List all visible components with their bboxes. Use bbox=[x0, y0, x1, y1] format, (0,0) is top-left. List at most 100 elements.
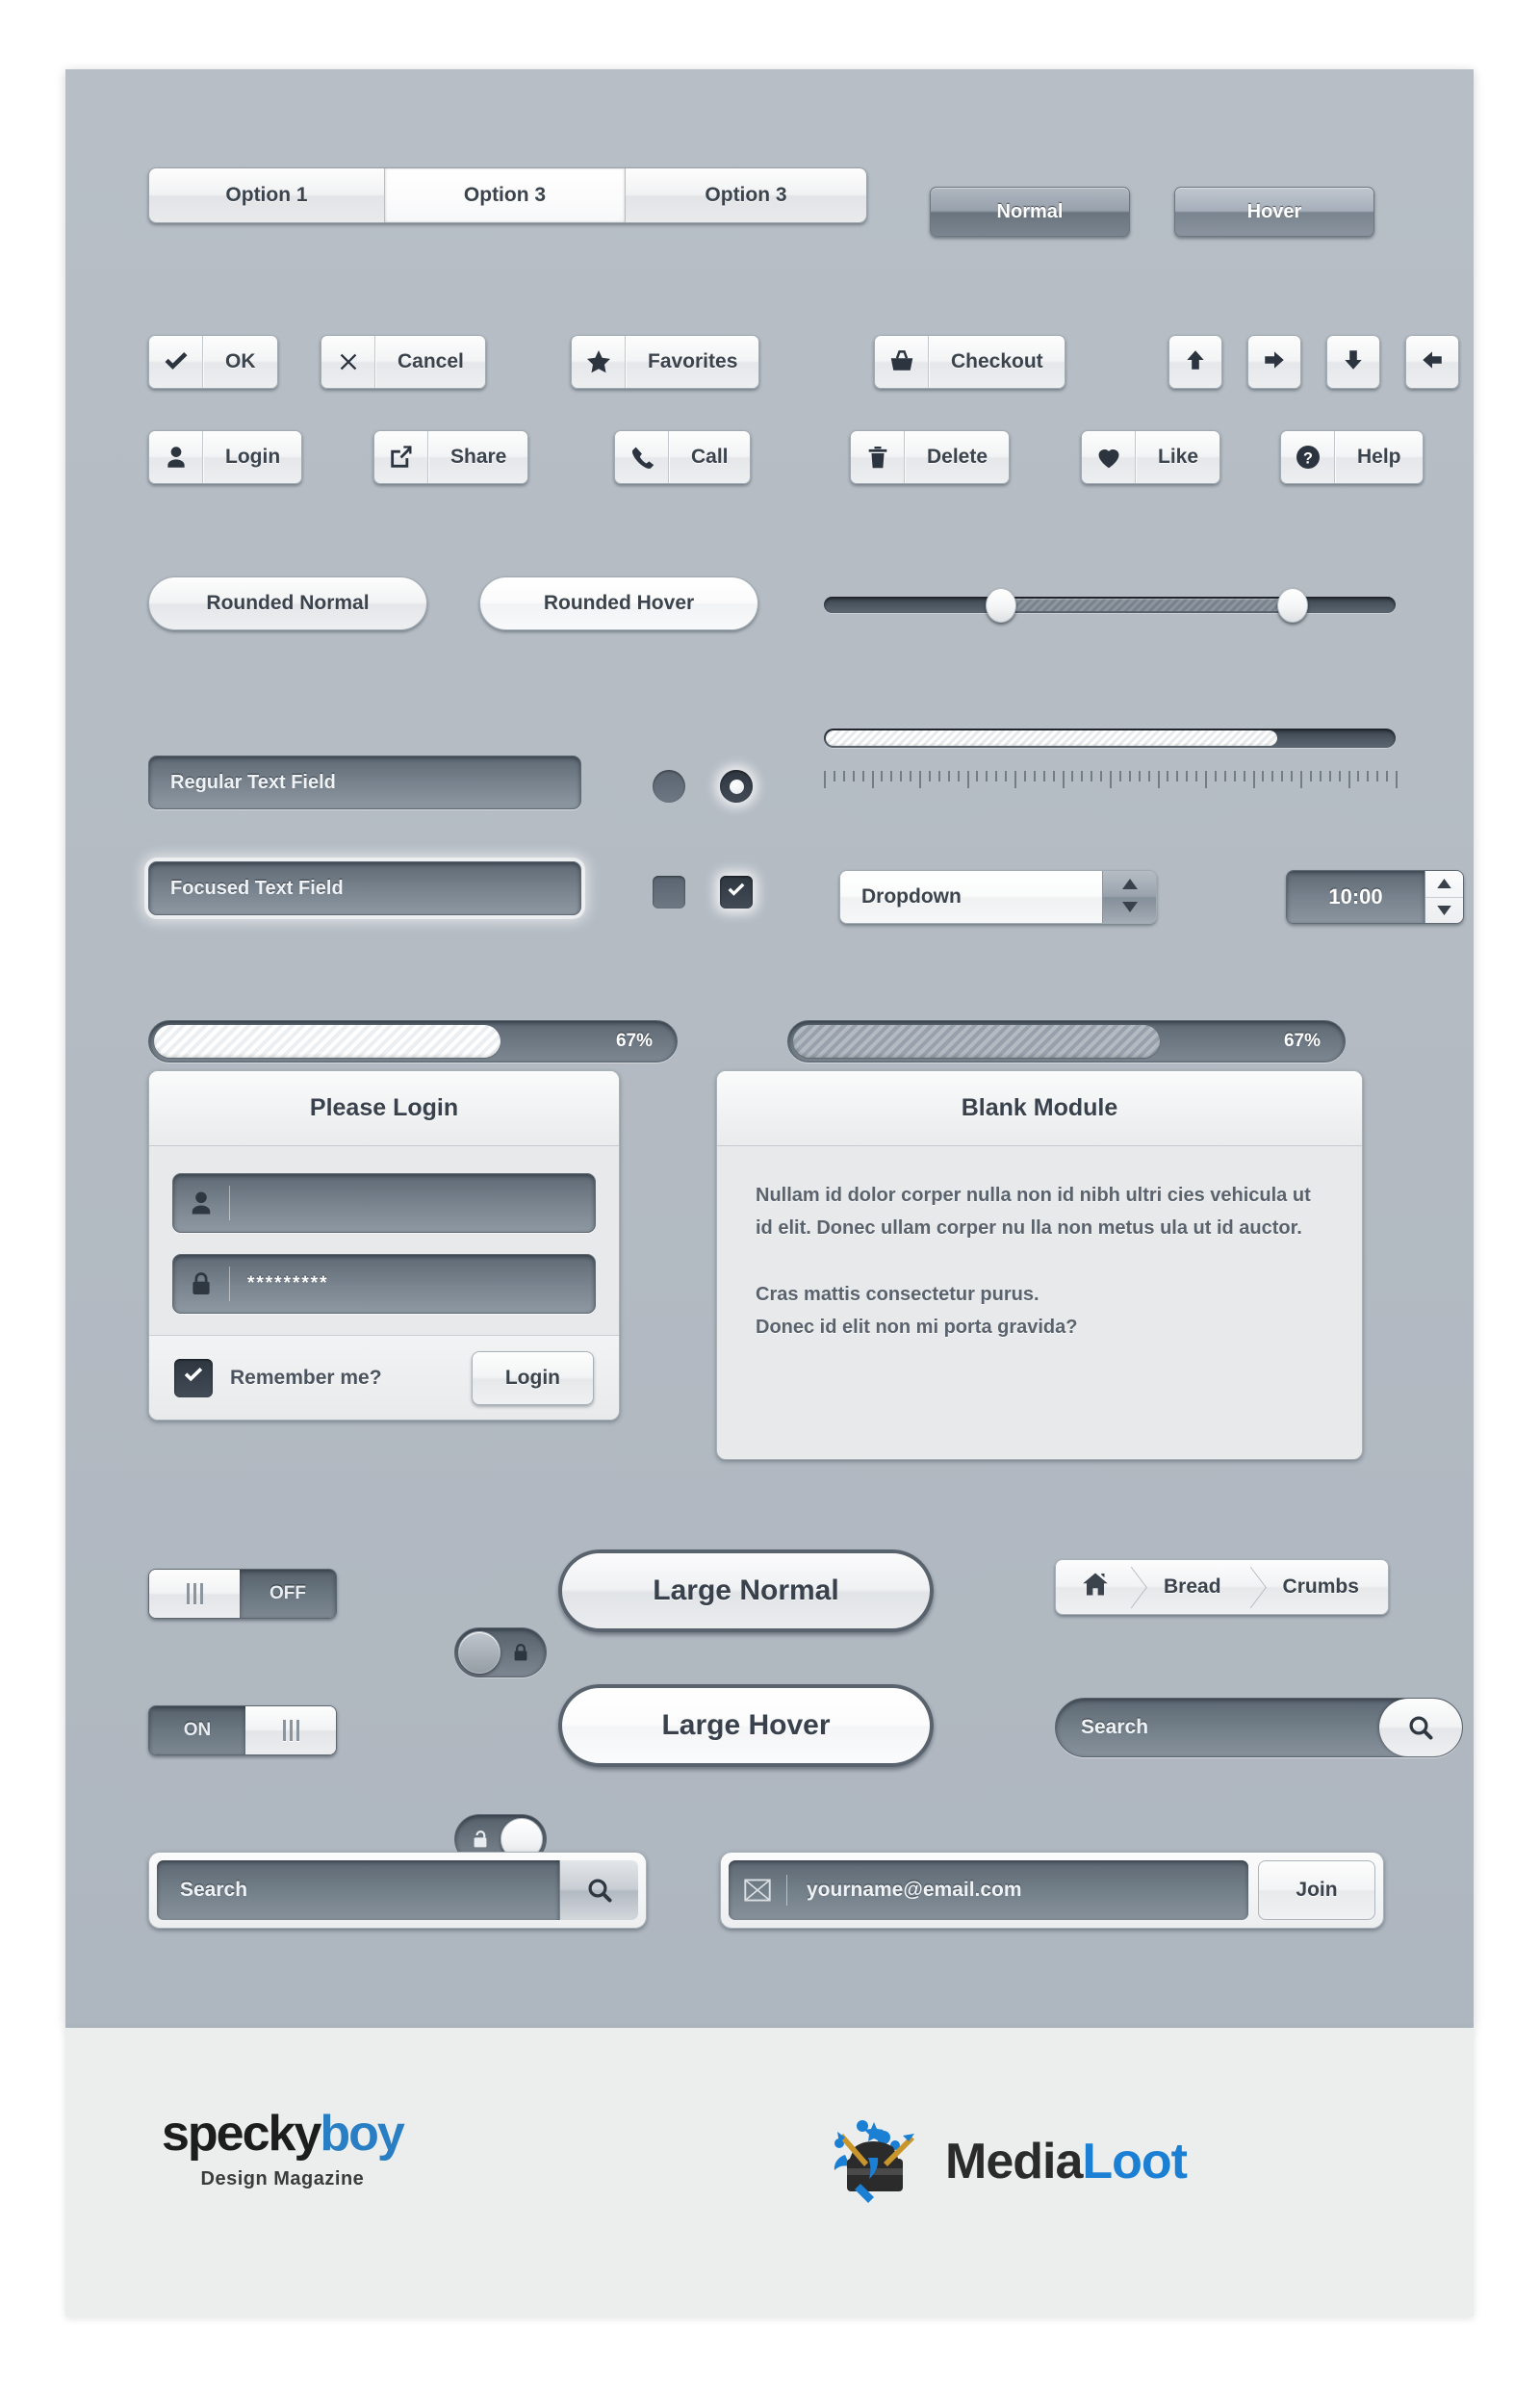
radio-checked[interactable] bbox=[720, 770, 753, 803]
focused-text-field-value: Focused Text Field bbox=[170, 877, 344, 899]
rounded-hover-button[interactable]: Rounded Hover bbox=[479, 576, 758, 630]
breadcrumb-item-home[interactable] bbox=[1056, 1560, 1131, 1614]
large-hover-button[interactable]: Large Hover bbox=[558, 1684, 934, 1767]
segment-option-1[interactable]: Option 1 bbox=[149, 168, 385, 222]
toggle-off[interactable]: OFF bbox=[148, 1569, 337, 1619]
lock-toggle-locked[interactable] bbox=[454, 1627, 547, 1677]
share-button[interactable]: Share bbox=[373, 430, 529, 484]
range-slider-knob-low[interactable] bbox=[986, 588, 1017, 623]
close-icon bbox=[321, 336, 375, 388]
search-pill-input[interactable]: Search bbox=[1056, 1699, 1379, 1756]
caret-up-icon[interactable] bbox=[1121, 877, 1138, 894]
arrow-up-button[interactable] bbox=[1168, 335, 1222, 389]
search-pill[interactable]: Search bbox=[1055, 1698, 1463, 1757]
join-button[interactable]: Join bbox=[1258, 1860, 1375, 1920]
checkout-button[interactable]: Checkout bbox=[874, 335, 1065, 389]
ruler-tick bbox=[910, 771, 912, 781]
focused-text-field[interactable]: Focused Text Field bbox=[148, 861, 581, 915]
radio-unchecked[interactable] bbox=[653, 770, 685, 803]
ruler-tick bbox=[1167, 771, 1169, 781]
cancel-button[interactable]: Cancel bbox=[321, 335, 486, 389]
ruler-tick bbox=[995, 771, 998, 781]
username-field[interactable] bbox=[172, 1173, 596, 1233]
ruler-tick bbox=[900, 771, 903, 781]
email-field[interactable]: yourname@email.com bbox=[729, 1860, 1248, 1920]
breadcrumb-item-bread[interactable]: Bread bbox=[1131, 1560, 1250, 1614]
caret-up-icon[interactable] bbox=[1425, 871, 1463, 898]
remember-me-checkbox[interactable] bbox=[174, 1358, 213, 1397]
share-icon bbox=[374, 431, 428, 483]
ruler-tick bbox=[1328, 771, 1331, 781]
favorites-button[interactable]: Favorites bbox=[571, 335, 760, 389]
toggle-knob[interactable] bbox=[458, 1631, 500, 1674]
ruler-tick bbox=[1128, 771, 1131, 781]
login-submit-button[interactable]: Login bbox=[471, 1350, 594, 1405]
checkout-button-label: Checkout bbox=[929, 336, 1065, 388]
ruler-tick bbox=[1062, 771, 1065, 788]
search-box-input[interactable]: Search bbox=[157, 1860, 559, 1920]
help-button[interactable]: ? Help bbox=[1280, 430, 1424, 484]
large-normal-button[interactable]: Large Normal bbox=[558, 1549, 934, 1632]
cancel-button-label: Cancel bbox=[375, 336, 485, 388]
login-submit-label: Login bbox=[504, 1366, 560, 1389]
breadcrumb-item-crumbs[interactable]: Crumbs bbox=[1250, 1560, 1388, 1614]
search-icon[interactable] bbox=[559, 1860, 638, 1920]
login-button[interactable]: Login bbox=[148, 430, 303, 484]
ok-button[interactable]: OK bbox=[148, 335, 278, 389]
segment-option-3[interactable]: Option 3 bbox=[626, 168, 866, 222]
envelope-icon bbox=[729, 1878, 786, 1903]
normal-button[interactable]: Normal bbox=[930, 187, 1130, 237]
caret-down-icon[interactable] bbox=[1425, 898, 1463, 924]
ruler-tick bbox=[1271, 771, 1274, 781]
like-button[interactable]: Like bbox=[1081, 430, 1221, 484]
ruler-tick bbox=[1233, 771, 1236, 781]
dropdown-value: Dropdown bbox=[840, 871, 1102, 923]
checkbox-checked[interactable] bbox=[720, 876, 753, 909]
progress-percent-label: 67% bbox=[1283, 1031, 1321, 1051]
search-icon[interactable] bbox=[1379, 1699, 1462, 1756]
regular-text-field[interactable]: Regular Text Field bbox=[148, 755, 581, 809]
range-slider[interactable] bbox=[824, 588, 1396, 623]
call-button[interactable]: Call bbox=[614, 430, 751, 484]
search-box[interactable]: Search bbox=[148, 1852, 647, 1929]
help-button-label: Help bbox=[1335, 431, 1423, 483]
delete-button[interactable]: Delete bbox=[850, 430, 1011, 484]
password-field[interactable]: ********* bbox=[172, 1254, 596, 1314]
login-button-label: Login bbox=[203, 431, 301, 483]
segmented-control[interactable]: Option 1 Option 3 Option 3 bbox=[148, 167, 867, 223]
dropdown-select[interactable]: Dropdown bbox=[839, 870, 1157, 924]
grip-icon[interactable] bbox=[245, 1706, 336, 1754]
arrow-left-button[interactable] bbox=[1405, 335, 1459, 389]
ruler-tick bbox=[937, 771, 940, 781]
toggle-on[interactable]: ON bbox=[148, 1705, 337, 1755]
ruler-tick bbox=[1052, 771, 1055, 781]
arrow-down-button[interactable] bbox=[1326, 335, 1380, 389]
range-slider-knob-high[interactable] bbox=[1277, 588, 1309, 623]
ruler-tick bbox=[871, 771, 874, 788]
speckyboy-logo: speckyboy Design Magazine bbox=[162, 2105, 405, 2190]
grip-icon[interactable] bbox=[149, 1570, 240, 1618]
newsletter-signup[interactable]: yourname@email.com Join bbox=[720, 1852, 1384, 1929]
speckyboy-part1: specky bbox=[162, 2106, 321, 2162]
fill-slider[interactable] bbox=[824, 729, 1396, 748]
ruler-tick bbox=[1186, 771, 1189, 781]
ruler-tick bbox=[1118, 771, 1121, 781]
medialoot-part2: Loot bbox=[1082, 2133, 1188, 2189]
rounded-normal-button[interactable]: Rounded Normal bbox=[148, 576, 427, 630]
breadcrumb[interactable]: Bread Crumbs bbox=[1055, 1559, 1389, 1615]
regular-text-field-value: Regular Text Field bbox=[170, 771, 336, 793]
arrow-right-button[interactable] bbox=[1247, 335, 1301, 389]
time-spinner[interactable]: 10:00 bbox=[1286, 870, 1464, 924]
hover-button[interactable]: Hover bbox=[1174, 187, 1374, 237]
speckyboy-tagline: Design Magazine bbox=[200, 2168, 365, 2189]
checkbox-unchecked[interactable] bbox=[653, 876, 685, 909]
time-spinner-steppers[interactable] bbox=[1424, 871, 1463, 923]
question-icon: ? bbox=[1281, 431, 1335, 483]
like-button-label: Like bbox=[1136, 431, 1219, 483]
normal-button-label: Normal bbox=[996, 200, 1064, 222]
ruler-tick bbox=[1376, 771, 1379, 781]
segment-option-2[interactable]: Option 3 bbox=[385, 168, 626, 222]
dropdown-stepper[interactable] bbox=[1102, 871, 1156, 923]
caret-down-icon[interactable] bbox=[1121, 900, 1138, 917]
login-module-footer: Remember me? Login bbox=[149, 1335, 619, 1420]
